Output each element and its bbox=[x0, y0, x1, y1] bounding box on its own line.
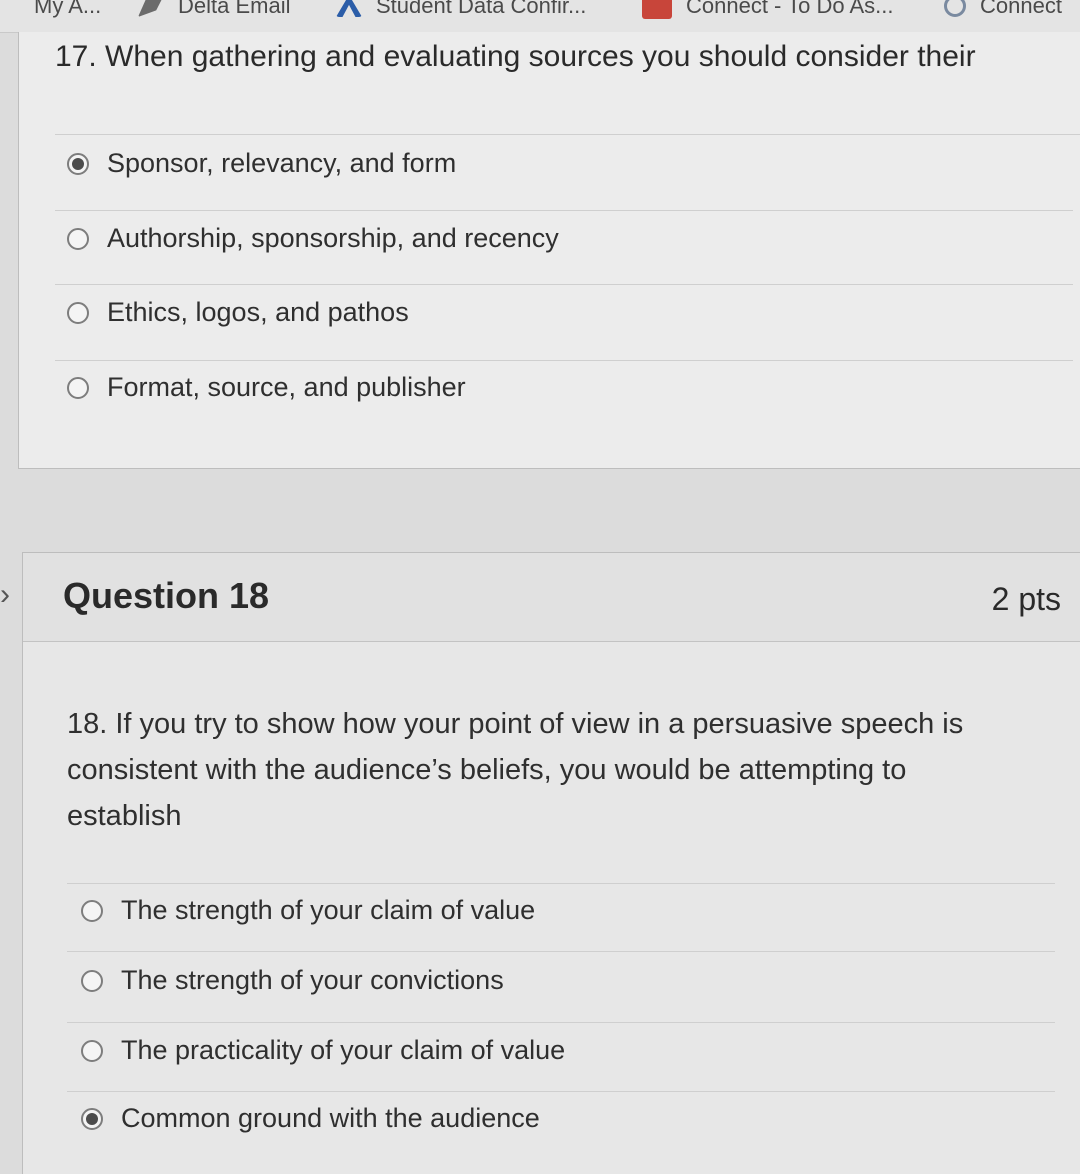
q-logo-icon bbox=[944, 0, 966, 17]
answer-label: Common ground with the audience bbox=[121, 1103, 540, 1133]
answer-label: Ethics, logos, and pathos bbox=[107, 297, 409, 327]
answer-label: The practicality of your claim of value bbox=[121, 1035, 566, 1065]
radio-button-icon[interactable] bbox=[67, 376, 89, 399]
divider bbox=[67, 1091, 1055, 1092]
answer-option-q17-2[interactable]: Authorship, sponsorship, and recency bbox=[67, 223, 559, 254]
bookmark-student-data[interactable]: Student Data Confir... bbox=[336, 0, 586, 22]
question-header: Question 18 2 pts bbox=[23, 553, 1080, 642]
radio-button-icon[interactable] bbox=[81, 969, 103, 992]
answer-option-q17-3[interactable]: Ethics, logos, and pathos bbox=[67, 297, 409, 328]
bookmark-connect[interactable]: Connect bbox=[944, 0, 1062, 22]
answer-option-q18-4[interactable]: Common ground with the audience bbox=[81, 1103, 540, 1134]
answer-option-q18-3[interactable]: The practicality of your claim of value bbox=[81, 1035, 565, 1066]
bird-icon bbox=[138, 0, 164, 17]
bookmark-label: Connect bbox=[980, 0, 1062, 18]
divider bbox=[67, 951, 1055, 952]
question-points: 2 pts bbox=[991, 581, 1061, 617]
radio-button-selected-icon[interactable] bbox=[67, 152, 89, 175]
answer-label: Sponsor, relevancy, and form bbox=[107, 148, 457, 178]
bookmark-connect-todo[interactable]: Connect - To Do As... bbox=[642, 0, 893, 22]
divider bbox=[55, 284, 1073, 285]
divider bbox=[55, 134, 1080, 135]
mcgraw-hill-icon bbox=[642, 0, 672, 19]
a-logo-icon bbox=[336, 0, 362, 17]
question-18-card: Question 18 2 pts 18. If you try to show… bbox=[22, 552, 1080, 1174]
radio-button-icon[interactable] bbox=[81, 899, 103, 922]
question-17-card: 17. When gathering and evaluating source… bbox=[18, 32, 1080, 469]
divider bbox=[55, 360, 1073, 361]
answer-label: Format, source, and publisher bbox=[107, 372, 466, 402]
divider bbox=[67, 883, 1055, 884]
divider bbox=[67, 1022, 1055, 1023]
radio-button-icon[interactable] bbox=[81, 1039, 103, 1062]
bookmarks-bar: My A... Delta Email Student Data Confir.… bbox=[0, 0, 1080, 33]
question-title: Question 18 bbox=[63, 575, 270, 616]
question-18-text: 18. If you try to show how your point of… bbox=[67, 708, 964, 832]
answer-option-q17-4[interactable]: Format, source, and publisher bbox=[67, 372, 466, 403]
answer-label: The strength of your claim of value bbox=[121, 895, 536, 925]
question-17-text: 17. When gathering and evaluating source… bbox=[55, 40, 976, 73]
radio-button-icon[interactable] bbox=[67, 227, 89, 250]
answer-option-q17-1[interactable]: Sponsor, relevancy, and form bbox=[67, 148, 456, 179]
bookmark-label: Student Data Confir... bbox=[376, 0, 587, 18]
answer-option-q18-2[interactable]: The strength of your convictions bbox=[81, 965, 504, 996]
bookmark-label: Delta Email bbox=[178, 0, 291, 18]
radio-button-selected-icon[interactable] bbox=[81, 1107, 103, 1130]
answer-label: The strength of your convictions bbox=[121, 965, 504, 995]
answer-option-q18-1[interactable]: The strength of your claim of value bbox=[81, 895, 535, 926]
bookmark-label: Connect - To Do As... bbox=[686, 0, 894, 18]
divider bbox=[55, 210, 1073, 211]
radio-button-icon[interactable] bbox=[67, 301, 89, 324]
bookmark-my-a[interactable]: My A... bbox=[34, 0, 101, 22]
answer-label: Authorship, sponsorship, and recency bbox=[107, 223, 559, 253]
bookmark-label: My A... bbox=[34, 0, 102, 18]
bookmark-delta-email[interactable]: Delta Email bbox=[138, 0, 290, 22]
chevron-right-icon[interactable]: › bbox=[0, 578, 10, 612]
